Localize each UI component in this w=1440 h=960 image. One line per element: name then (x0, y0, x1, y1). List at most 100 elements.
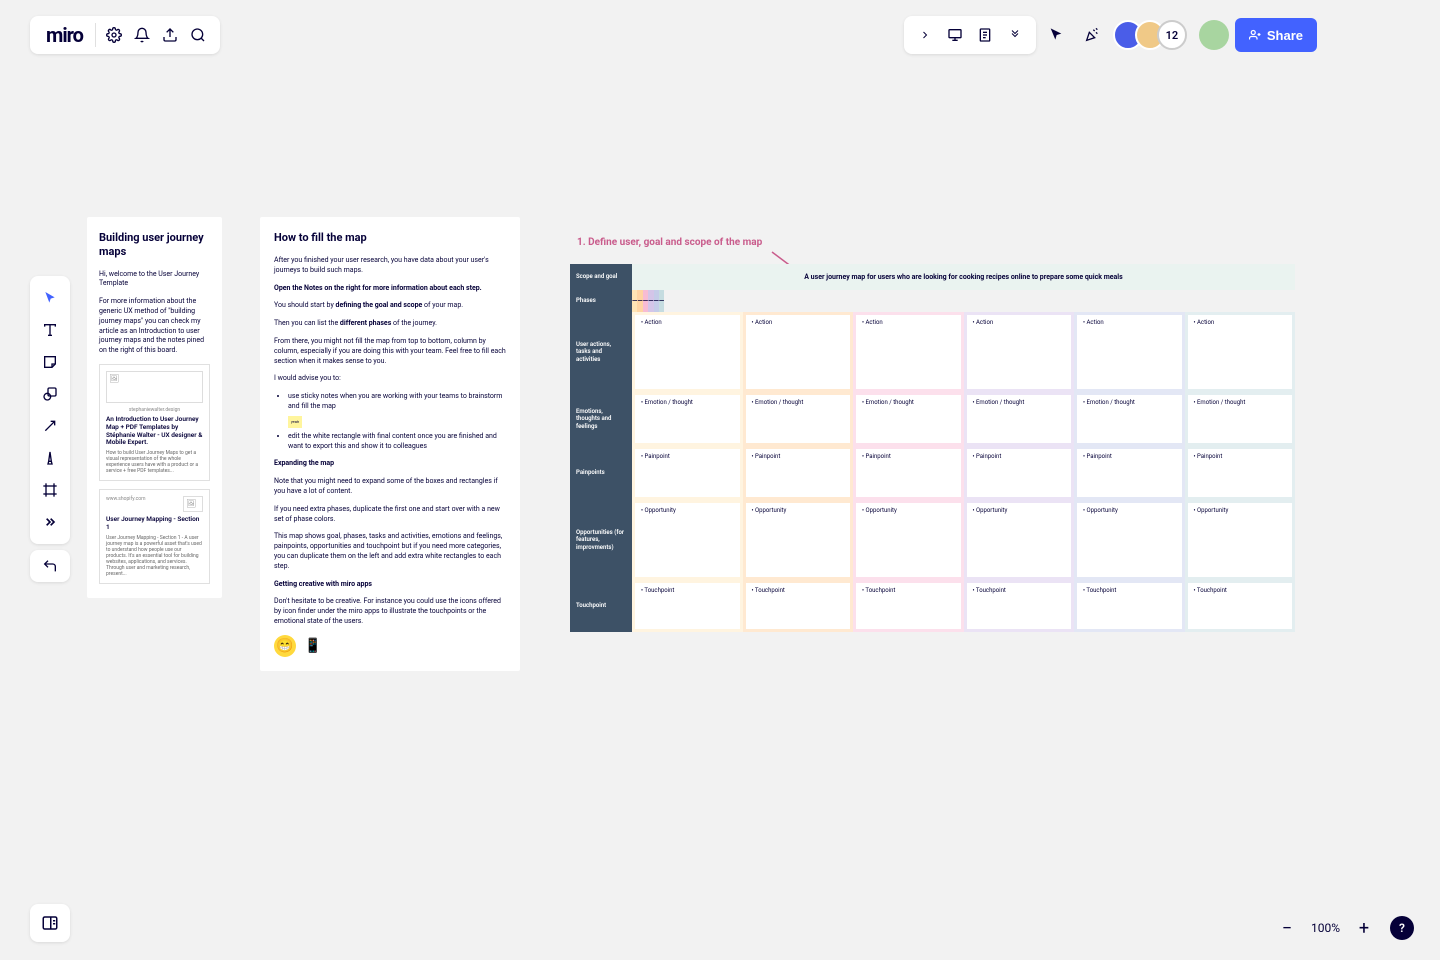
sticky-tool[interactable] (34, 346, 66, 378)
divider (95, 23, 96, 47)
map-step-title: 1. Define user, goal and scope of the ma… (577, 237, 762, 248)
select-tool[interactable] (34, 282, 66, 314)
miro-logo[interactable]: miro (38, 23, 91, 47)
text-tool[interactable] (34, 314, 66, 346)
map-cell[interactable]: Painpoint (746, 449, 851, 497)
map-cell[interactable]: Action (967, 315, 1072, 389)
link-card[interactable]: www.shopify.com User Journey Mapping - S… (99, 489, 210, 584)
card-text: Don't hesitate to be creative. For insta… (274, 597, 506, 626)
map-cell[interactable]: Touchpoint (856, 583, 961, 629)
map-cell[interactable]: Emotion / thought (1188, 395, 1293, 443)
row-label-phases: Phases (570, 290, 632, 312)
image-placeholder (106, 371, 203, 403)
avatar-group[interactable]: 12 (1113, 20, 1187, 50)
link-card[interactable]: stephaniewalter.design An Introduction t… (99, 364, 210, 481)
link-title: An Introduction to User Journey Map + PD… (106, 416, 203, 447)
list-item: edit the white rectangle with final cont… (288, 432, 506, 452)
map-cell[interactable]: Painpoint (635, 449, 740, 497)
card-text: You should start by defining the goal an… (274, 301, 506, 311)
intro-card[interactable]: Building user journey maps Hi, welcome t… (87, 217, 222, 598)
chevron-down-icon[interactable] (1000, 20, 1030, 50)
help-button[interactable]: ? (1390, 916, 1414, 940)
list-item: use sticky notes when you are working wi… (288, 392, 506, 428)
pen-tool[interactable] (34, 442, 66, 474)
shape-tool[interactable] (34, 378, 66, 410)
map-cell[interactable]: Touchpoint (967, 583, 1072, 629)
bell-icon[interactable] (128, 21, 156, 49)
phase-cell[interactable]: — (659, 290, 664, 312)
undo-button[interactable] (30, 550, 70, 582)
map-cell[interactable]: Emotion / thought (746, 395, 851, 443)
panel-toggle[interactable] (30, 904, 70, 942)
link-domain: stephaniewalter.design (106, 407, 203, 413)
share-label: Share (1267, 28, 1303, 43)
howto-card[interactable]: How to fill the map After you finished y… (260, 217, 520, 671)
current-user-avatar[interactable] (1199, 20, 1229, 50)
card-text: After you finished your user research, y… (274, 256, 506, 276)
map-cell[interactable]: Painpoint (967, 449, 1072, 497)
map-cell[interactable]: Touchpoint (635, 583, 740, 629)
share-button[interactable]: Share (1235, 18, 1317, 52)
scope-text[interactable]: A user journey map for users who are loo… (632, 264, 1295, 290)
map-cell[interactable]: Touchpoint (746, 583, 851, 629)
presentation-icon[interactable] (940, 20, 970, 50)
frame-tool[interactable] (34, 474, 66, 506)
map-cell[interactable]: Touchpoint (1188, 583, 1293, 629)
map-cell[interactable]: Action (856, 315, 961, 389)
map-cell[interactable]: Painpoint (856, 449, 961, 497)
map-cell[interactable]: Emotion / thought (856, 395, 961, 443)
avatar-overflow-count[interactable]: 12 (1157, 20, 1187, 50)
card-title: How to fill the map (274, 231, 506, 244)
card-text: Hi, welcome to the User Journey Template (99, 270, 210, 290)
card-text: Expanding the map (274, 459, 506, 469)
cursor-icon[interactable] (1041, 20, 1071, 50)
map-cell[interactable]: Emotion / thought (967, 395, 1072, 443)
row-label-touchpoint: Touchpoint (570, 580, 632, 632)
map-cell[interactable]: Opportunity (746, 503, 851, 577)
map-cell[interactable]: Action (635, 315, 740, 389)
emoji-row: 😁 📱 (274, 635, 506, 657)
chevron-right-icon[interactable] (910, 20, 940, 50)
card-title: Building user journey maps (99, 231, 210, 260)
zoom-in-button[interactable]: + (1350, 914, 1378, 942)
search-icon[interactable] (184, 21, 212, 49)
map-cell[interactable]: Painpoint (1188, 449, 1293, 497)
left-toolbar (30, 276, 70, 544)
reactions-icon[interactable] (1077, 20, 1107, 50)
card-text: This map shows goal, phases, tasks and a… (274, 532, 506, 571)
map-cell[interactable]: Action (1188, 315, 1293, 389)
sticky-mini-icon: yeah (288, 416, 302, 428)
map-cell[interactable]: Opportunity (1077, 503, 1182, 577)
export-icon[interactable] (156, 21, 184, 49)
card-text: Note that you might need to expand some … (274, 477, 506, 497)
zoom-level[interactable]: 100% (1307, 921, 1344, 935)
row-label-emotions: Emotions, thoughts and feelings (570, 392, 632, 446)
map-cell[interactable]: Touchpoint (1077, 583, 1182, 629)
card-text: If you need extra phases, duplicate the … (274, 505, 506, 525)
map-cell[interactable]: Opportunity (967, 503, 1072, 577)
map-cell[interactable]: Action (1077, 315, 1182, 389)
map-cell[interactable]: Emotion / thought (1077, 395, 1182, 443)
row-label-scope: Scope and goal (570, 264, 632, 290)
row-label-painpoints: Painpoints (570, 446, 632, 500)
link-desc: How to build User Journey Maps to get a … (106, 450, 203, 474)
card-text: For more information about the generic U… (99, 297, 210, 356)
notes-icon[interactable] (970, 20, 1000, 50)
topbar-left: miro (30, 16, 220, 54)
map-cell[interactable]: Opportunity (635, 503, 740, 577)
map-cell[interactable]: Opportunity (1188, 503, 1293, 577)
map-cell[interactable]: Painpoint (1077, 449, 1182, 497)
zoom-out-button[interactable]: − (1273, 914, 1301, 942)
map-cell[interactable]: Action (746, 315, 851, 389)
emoji-smile-icon: 😁 (274, 635, 296, 657)
topbar-collab-group: 12 Share (1041, 16, 1317, 54)
journey-map[interactable]: Scope and goal A user journey map for us… (570, 264, 1295, 632)
more-tools[interactable] (34, 506, 66, 538)
row-label-actions: User actions, tasks and activities (570, 312, 632, 392)
settings-icon[interactable] (100, 21, 128, 49)
arrow-tool[interactable] (34, 410, 66, 442)
card-text: Open the Notes on the right for more inf… (274, 284, 506, 294)
map-cell[interactable]: Opportunity (856, 503, 961, 577)
zoom-controls: − 100% + ? (1273, 914, 1414, 942)
map-cell[interactable]: Emotion / thought (635, 395, 740, 443)
